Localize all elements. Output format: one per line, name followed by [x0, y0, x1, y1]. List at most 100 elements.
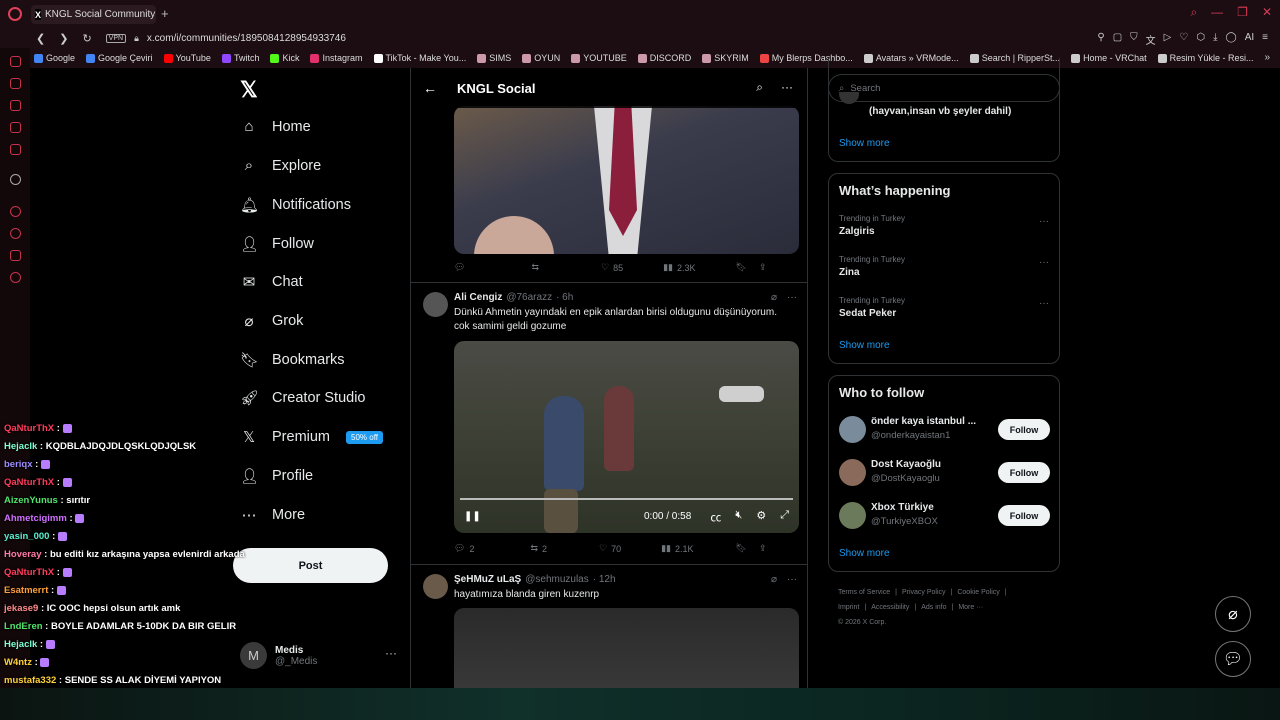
instagram-icon[interactable] — [10, 122, 21, 133]
bookmark-item[interactable]: Home - VRChat — [1071, 53, 1147, 63]
grok-icon[interactable]: ⌀ — [771, 292, 777, 303]
close-icon[interactable]: ✕ — [1262, 5, 1272, 20]
shield-icon[interactable]: ⛉ — [1130, 32, 1138, 47]
sidebar-app-icon[interactable] — [10, 78, 21, 89]
lock-icon[interactable]: 🔒︎ — [134, 33, 139, 44]
nav-item-bookmarks[interactable]: 🔖︎ Bookmarks — [240, 351, 345, 369]
reply-button[interactable]: 💬︎ — [454, 262, 465, 273]
footer-link[interactable]: Privacy Policy — [902, 589, 946, 596]
footer-link[interactable]: Accessibility — [871, 604, 909, 611]
reload-icon[interactable]: ↻ — [82, 32, 91, 45]
search-tabs-icon[interactable]: ⌕ — [1190, 5, 1197, 20]
bookmark-item[interactable]: Instagram — [310, 53, 363, 63]
like-button[interactable]: ♡ 85 — [601, 262, 623, 273]
more-icon[interactable]: ··· — [781, 80, 793, 95]
author-name[interactable]: ŞeHMuZ uLaŞ — [454, 574, 521, 585]
minimize-icon[interactable]: — — [1211, 5, 1223, 20]
extensions-icon[interactable] — [10, 250, 21, 261]
back-icon[interactable]: ❮ — [36, 32, 45, 45]
browser-tab[interactable]: X KNGL Social Community / — [31, 5, 156, 24]
maximize-icon[interactable]: ❐ — [1237, 5, 1248, 20]
messages-float-icon[interactable]: 💬︎ — [1215, 641, 1251, 677]
show-more-link[interactable]: Show more — [839, 548, 890, 559]
show-more-link[interactable]: Show more — [839, 138, 890, 149]
captions-icon[interactable]: ㏄ — [710, 509, 721, 525]
views-button[interactable]: ▮▮ 2.3K — [663, 262, 695, 273]
pause-icon[interactable]: ❚❚ — [464, 511, 481, 522]
bookmark-item[interactable]: YouTube — [163, 53, 211, 63]
bookmark-item[interactable]: Resim Yükle - Resi... — [1157, 53, 1253, 63]
chatgpt-icon[interactable] — [10, 174, 21, 185]
bookmark-item[interactable]: SIMS — [477, 53, 511, 63]
nav-item-grok[interactable]: ⌀ Grok — [240, 312, 303, 330]
post-button[interactable]: Post — [233, 548, 388, 583]
nav-item-chat[interactable]: ✉ Chat — [240, 273, 303, 291]
grok-float-icon[interactable]: ⌀ — [1215, 596, 1251, 632]
bookmark-item[interactable]: Twitch — [221, 53, 259, 63]
sidebar-app-icon[interactable] — [10, 100, 21, 111]
video-progress-bar[interactable] — [460, 498, 793, 500]
x-logo-icon[interactable]: 𝕏 — [240, 77, 258, 103]
author-handle[interactable]: @sehmuzulas — [525, 574, 589, 585]
bookmark-item[interactable]: YOUTUBE — [571, 53, 627, 63]
opera-logo-icon[interactable] — [8, 7, 22, 21]
sidebar-app-icon[interactable] — [10, 144, 21, 155]
bookmark-item[interactable]: OYUN — [522, 53, 560, 63]
share-icon[interactable]: ⇪ — [759, 543, 767, 554]
bookmark-item[interactable]: TikTok - Make You... — [373, 53, 466, 63]
nav-item-home[interactable]: ⌂ Home — [240, 118, 310, 135]
heart-icon[interactable]: ♡ — [1179, 32, 1188, 47]
grok-icon[interactable]: ⌀ — [771, 574, 777, 585]
nav-item-creator-studio[interactable]: 🚀︎ Creator Studio — [240, 389, 366, 407]
ai-button[interactable]: AI — [1245, 32, 1254, 47]
avatar[interactable] — [839, 502, 866, 529]
tweet-image[interactable] — [454, 106, 799, 254]
nav-item-follow[interactable]: 👤︎ Follow — [240, 235, 314, 253]
history-icon[interactable] — [10, 228, 21, 239]
settings-icon[interactable] — [10, 272, 21, 283]
avatar[interactable] — [423, 574, 448, 599]
bookmark-item[interactable]: Google Çeviri — [86, 53, 153, 63]
search-icon[interactable]: ⌕ — [756, 80, 763, 95]
bookmark-icon[interactable]: 🔖︎ — [736, 543, 747, 554]
follow-button[interactable]: Follow — [998, 462, 1050, 483]
follow-button[interactable]: Follow — [998, 505, 1050, 526]
back-arrow-icon[interactable]: ← — [423, 80, 437, 96]
avatar[interactable] — [423, 292, 448, 317]
messenger-icon[interactable] — [10, 56, 21, 67]
menu-icon[interactable]: ≡ — [1262, 32, 1268, 47]
new-tab-button[interactable]: + — [161, 6, 169, 21]
author-handle[interactable]: @76arazz — [506, 292, 552, 303]
player-icon[interactable]: ▷ — [1164, 32, 1172, 47]
footer-link[interactable]: Imprint — [838, 604, 859, 611]
footer-link[interactable]: Ads info — [921, 604, 946, 611]
download-icon[interactable]: ⤓ — [1213, 32, 1217, 47]
nav-item-notifications[interactable]: 🔔︎ Notifications — [240, 196, 351, 214]
bookmark-item[interactable]: Kick — [270, 53, 299, 63]
nav-item-premium[interactable]: 𝕏 Premium 50% off — [240, 428, 383, 446]
account-more-icon[interactable]: ··· — [385, 646, 397, 660]
tweet-image[interactable] — [454, 608, 799, 688]
snapshot-icon[interactable]: ▢ — [1113, 32, 1122, 47]
avatar[interactable] — [839, 416, 866, 443]
repost-button[interactable]: ⇆ 2 — [530, 543, 547, 554]
tweet-time[interactable]: · 12h — [593, 574, 616, 585]
more-icon[interactable]: ··· — [1039, 216, 1049, 227]
repost-button[interactable]: ⇆ — [531, 262, 539, 273]
account-icon[interactable]: ◯ — [1226, 32, 1237, 47]
footer-link[interactable]: More ··· — [958, 604, 983, 611]
more-icon[interactable]: ··· — [787, 574, 797, 585]
bookmark-item[interactable]: DISCORD — [637, 53, 691, 63]
fullscreen-icon[interactable]: ⤢ — [780, 509, 789, 525]
pin-icon[interactable]: ⚲ — [1097, 32, 1104, 47]
settings-icon[interactable]: ⚙ — [756, 509, 766, 525]
like-button[interactable]: ♡ 70 — [599, 543, 621, 554]
footer-link[interactable]: Cookie Policy — [957, 589, 999, 596]
bookmark-item[interactable]: SKYRIM — [702, 53, 749, 63]
views-button[interactable]: ▮▮ 2.1K — [661, 543, 693, 554]
video-player[interactable]: ❚❚ 0:00 / 0:58 ㏄ 🔇︎ ⚙ ⤢ — [454, 341, 799, 533]
footer-link[interactable]: Terms of Service — [838, 589, 890, 596]
translate-icon[interactable]: 文 — [1146, 32, 1156, 47]
share-icon[interactable]: ⇪ — [759, 262, 767, 273]
bookmark-icon[interactable]: 🔖︎ — [736, 262, 747, 273]
